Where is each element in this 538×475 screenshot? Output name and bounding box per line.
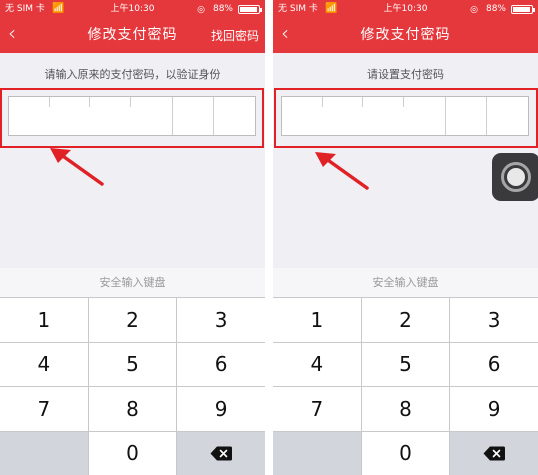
password-digit-cell [90,97,131,135]
rotation-lock-icon: ◎ [197,5,205,15]
key-5[interactable]: 5 [88,342,177,386]
key-8[interactable]: 8 [88,387,177,431]
password-digit-cell [487,97,528,135]
numeric-keypad: 1 2 3 4 5 6 7 8 9 0 [0,297,265,475]
delete-key[interactable] [177,431,265,475]
key-0[interactable]: 0 [361,431,450,475]
keyboard-label: 安全输入键盘 [0,268,265,297]
backspace-icon [483,446,506,461]
password-digit-cell [214,97,255,135]
key-4[interactable]: 4 [0,342,88,386]
password-digit-cell [282,97,323,135]
key-0[interactable]: 0 [88,431,177,475]
key-9[interactable]: 9 [450,387,538,431]
password-digit-cell [323,97,364,135]
key-2[interactable]: 2 [88,298,177,342]
screen-set-password: 无 SIM 卡 📶 上午10:30 ◎ 88% ‹ 修改支付密码 请设置支付密码… [273,0,538,475]
key-4[interactable]: 4 [273,342,361,386]
password-prompt: 请设置支付密码 [367,68,444,81]
key-1[interactable]: 1 [0,298,88,342]
red-arrow-icon [315,152,369,190]
key-blank [273,431,361,475]
screen-verify-password: 无 SIM 卡 📶 上午10:30 ◎ 88% ‹ 修改支付密码 找回密码 请输… [0,0,265,475]
numeric-keypad: 1 2 3 4 5 6 7 8 9 0 [273,297,538,475]
password-digit-cell [131,97,173,135]
key-7[interactable]: 7 [0,387,88,431]
password-digit-cell [50,97,91,135]
assistive-touch-icon[interactable] [492,153,538,201]
battery-icon [511,5,535,14]
password-digit-cell [404,97,446,135]
password-input[interactable] [281,96,529,136]
status-bar: 无 SIM 卡 📶 上午10:30 ◎ 88% [5,3,262,16]
password-digit-cell [363,97,404,135]
key-8[interactable]: 8 [361,387,450,431]
password-digit-cell [173,97,215,135]
battery-icon [238,5,262,14]
password-input[interactable] [8,96,256,136]
key-3[interactable]: 3 [450,298,538,342]
key-7[interactable]: 7 [273,387,361,431]
key-5[interactable]: 5 [361,342,450,386]
delete-key[interactable] [450,431,538,475]
red-arrow-icon [50,148,104,186]
key-6[interactable]: 6 [177,342,265,386]
page-title: 修改支付密码 [360,27,451,43]
backspace-icon [210,446,233,461]
password-prompt: 请输入原来的支付密码，以验证身份 [44,68,221,81]
password-digit-cell [446,97,488,135]
app-header: 无 SIM 卡 📶 上午10:30 ◎ 88% ‹ 修改支付密码 找回密码 [0,0,265,53]
key-9[interactable]: 9 [177,387,265,431]
key-1[interactable]: 1 [273,298,361,342]
key-6[interactable]: 6 [450,342,538,386]
rotation-lock-icon: ◎ [470,5,478,15]
battery-percent: 88% [212,4,233,14]
password-digit-cell [9,97,50,135]
app-header: 无 SIM 卡 📶 上午10:30 ◎ 88% ‹ 修改支付密码 [273,0,538,53]
find-password-link[interactable]: 找回密码 [211,27,259,45]
key-2[interactable]: 2 [361,298,450,342]
keyboard-label: 安全输入键盘 [273,268,538,297]
key-3[interactable]: 3 [177,298,265,342]
battery-percent: 88% [485,4,506,14]
status-bar: 无 SIM 卡 📶 上午10:30 ◎ 88% [278,3,535,16]
key-blank [0,431,88,475]
